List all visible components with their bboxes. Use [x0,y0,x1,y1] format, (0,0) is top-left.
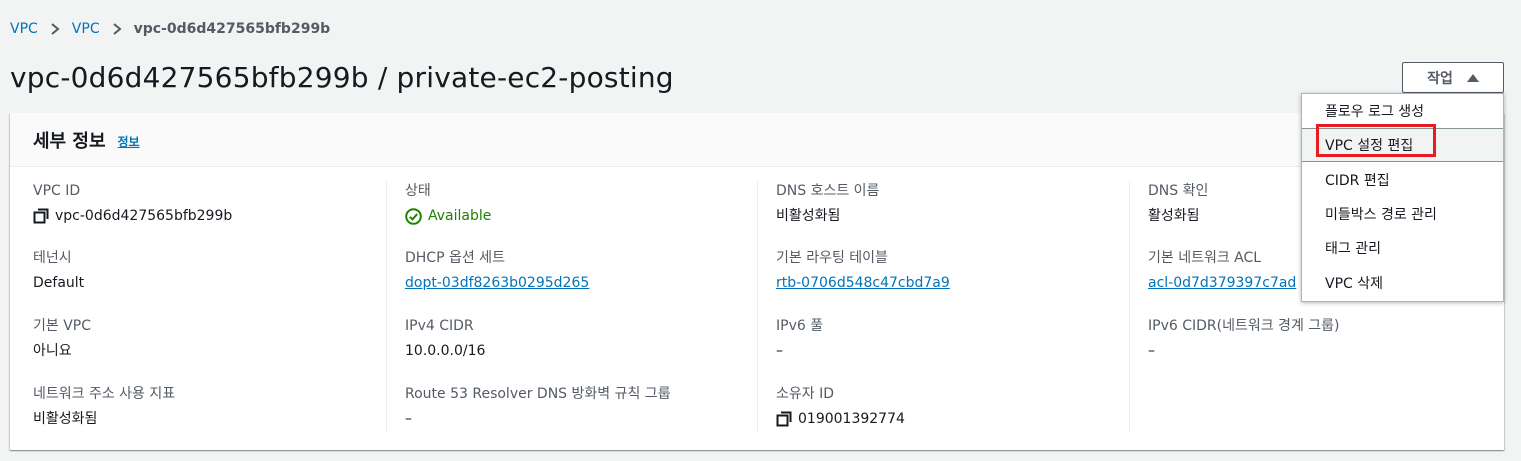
state-value: Available [428,208,492,224]
field-label: DHCP 옵션 세트 [405,250,505,266]
field-ipv6-cidr: IPv6 CIDR(네트워크 경계 그룹) – [1148,316,1488,364]
actions-button[interactable]: 작업 [1402,62,1504,93]
field-value: – [776,343,783,359]
field-value: – [405,411,412,427]
details-column-2: 상태 Available DHCP 옵션 세트 dopt-03df8263b02… [405,181,745,432]
field-dns-hostnames: DNS 호스트 이름 비활성화됨 [776,181,1116,229]
column-divider [757,181,758,432]
field-ipv4-cidr: IPv4 CIDR 10.0.0.0/16 [405,316,745,364]
field-value: 비활성화됨 [776,208,841,224]
field-value: 019001392774 [776,408,1116,430]
column-divider [386,181,387,432]
menu-item-manage-middlebox-routes[interactable]: 미들박스 경로 관리 [1302,197,1503,231]
breadcrumb-current: vpc-0d6d427565bfb299b [133,21,331,37]
details-grid: VPC ID vpc-0d6d427565bfb299b 테넌시 Default… [10,181,1504,432]
field-value: 비활성화됨 [33,411,98,427]
field-ipv6-pool: IPv6 풀 – [776,316,1116,364]
field-label: 기본 라우팅 테이블 [776,250,888,266]
field-label: DNS 호스트 이름 [776,183,880,199]
field-label: 기본 VPC [33,318,92,334]
field-main-route-table: 기본 라우팅 테이블 rtb-0706d548c47cbd7a9 [776,248,1116,296]
field-value: Default [33,275,85,291]
breadcrumb-link-vpc-list[interactable]: VPC [72,21,100,37]
breadcrumb: VPC VPC vpc-0d6d427565bfb299b [10,19,330,39]
panel-header: 세부 정보 정보 [10,113,1504,167]
field-label: IPv6 CIDR(네트워크 경계 그룹) [1148,318,1340,334]
main-route-table-link[interactable]: rtb-0706d548c47cbd7a9 [776,272,1116,294]
dhcp-options-link[interactable]: dopt-03df8263b0295d265 [405,272,745,294]
breadcrumb-link-vpc-service[interactable]: VPC [10,21,38,37]
field-label: Route 53 Resolver DNS 방화벽 규칙 그룹 [405,386,671,402]
copy-icon[interactable] [33,208,49,224]
menu-item-manage-tags[interactable]: 태그 관리 [1302,231,1503,265]
menu-item-edit-cidrs[interactable]: CIDR 편집 [1302,163,1503,197]
field-route53-resolver: Route 53 Resolver DNS 방화벽 규칙 그룹 – [405,384,745,432]
field-state: 상태 Available [405,181,745,229]
field-label: 네트워크 주소 사용 지표 [33,386,176,402]
details-column-1: VPC ID vpc-0d6d427565bfb299b 테넌시 Default… [33,181,373,432]
chevron-right-icon [112,23,122,35]
field-value: 10.0.0.0/16 [405,343,486,359]
panel-heading: 세부 정보 [33,130,106,152]
field-default-vpc: 기본 VPC 아니요 [33,316,373,364]
menu-item-create-flow-log[interactable]: 플로우 로그 생성 [1302,94,1503,128]
field-label: 테넌시 [33,250,72,266]
details-column-3: DNS 호스트 이름 비활성화됨 기본 라우팅 테이블 rtb-0706d548… [776,181,1116,432]
details-panel: 세부 정보 정보 VPC ID vpc-0d6d427565bfb299b 테넌… [10,113,1504,450]
field-value: 아니요 [33,343,72,359]
field-value: vpc-0d6d427565bfb299b [33,205,373,227]
vpc-id-value: vpc-0d6d427565bfb299b [55,208,233,224]
field-label: 상태 [405,183,431,199]
field-label: IPv4 CIDR [405,318,474,334]
field-label: 소유자 ID [776,386,834,402]
field-owner-id: 소유자 ID 019001392774 [776,384,1116,432]
field-tenancy: 테넌시 Default [33,248,373,296]
field-value: – [1148,343,1155,359]
status-ok-icon [405,207,422,225]
field-network-address-usage: 네트워크 주소 사용 지표 비활성화됨 [33,384,373,432]
menu-item-delete-vpc[interactable]: VPC 삭제 [1302,266,1503,300]
field-dhcp-options: DHCP 옵션 세트 dopt-03df8263b0295d265 [405,248,745,296]
field-label: VPC ID [33,183,81,199]
page-title: vpc-0d6d427565bfb299b / private-ec2-post… [10,61,674,94]
actions-dropdown-menu: 플로우 로그 생성 VPC 설정 편집 CIDR 편집 미들박스 경로 관리 태… [1301,93,1504,302]
menu-item-edit-vpc-settings[interactable]: VPC 설정 편집 [1302,128,1503,162]
field-label: IPv6 풀 [776,318,824,334]
copy-icon[interactable] [776,411,792,427]
field-vpc-id: VPC ID vpc-0d6d427565bfb299b [33,181,373,229]
field-value: Available [405,205,745,227]
owner-id-value: 019001392774 [798,411,905,427]
caret-up-icon [1466,73,1479,82]
info-link[interactable]: 정보 [118,133,140,150]
actions-button-label: 작업 [1427,70,1453,87]
chevron-right-icon [50,23,60,35]
column-divider [1129,181,1130,432]
